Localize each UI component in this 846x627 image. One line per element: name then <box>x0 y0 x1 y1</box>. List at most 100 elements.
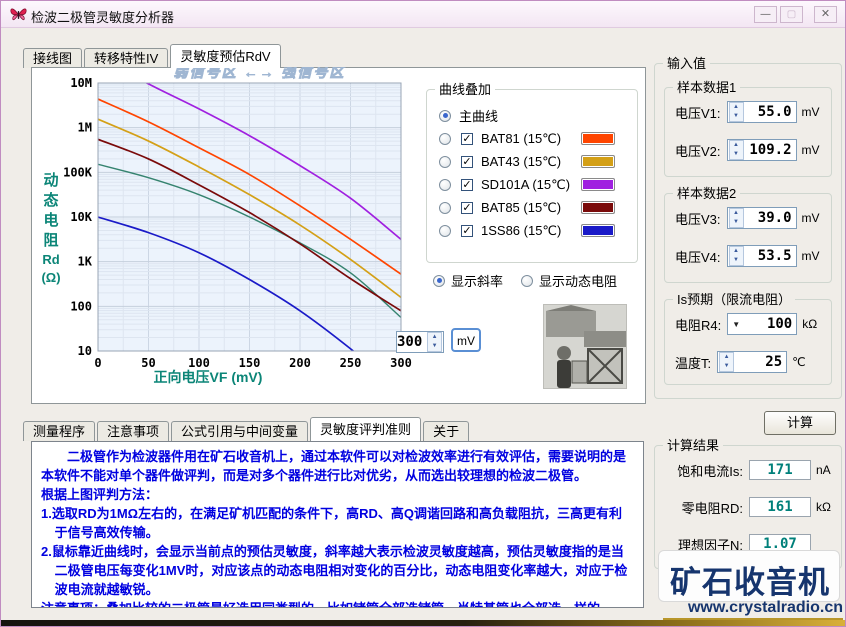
curve-visible-checkbox[interactable]: ✓ <box>461 201 473 214</box>
overlay-row: ✓ BAT81 (15℃) <box>427 127 637 150</box>
mv-unit-button[interactable]: mV <box>451 328 481 352</box>
field-spinner[interactable]: ▲ ▼ <box>728 246 744 266</box>
title-bar[interactable]: 检波二极管灵敏度分析器 — ▢ ✕ <box>1 1 845 28</box>
x-limit-value[interactable]: 300 <box>397 334 426 350</box>
vintage-photo-sketch <box>544 305 626 388</box>
tab-info-1[interactable]: 测量程序 <box>23 421 96 441</box>
spin-up-icon[interactable]: ▲ <box>730 247 743 256</box>
result-value: 161 <box>767 499 793 515</box>
field-label: 电压V2: <box>675 143 721 159</box>
curve-color-swatch[interactable] <box>581 155 615 168</box>
field-box[interactable]: ▼ 100 <box>727 313 798 335</box>
tab-info-3[interactable]: 公式引用与中间变量 <box>171 421 309 441</box>
result-label: 饱和电流Is: <box>677 463 743 479</box>
minimize-button[interactable]: — <box>754 6 777 23</box>
field-box[interactable]: ▲ ▼ 39.0 <box>726 207 797 229</box>
display-mode-radio[interactable] <box>521 274 533 287</box>
field-value[interactable]: 25 <box>735 354 786 370</box>
field-value[interactable]: 55.0 <box>745 104 796 120</box>
y-axis-title-char: 态 <box>43 192 59 209</box>
curve-visible-checkbox[interactable]: ✓ <box>461 178 473 191</box>
tab-info-4[interactable]: 灵敏度评判准则 <box>310 417 422 441</box>
field-unit: ℃ <box>792 355 806 369</box>
field-box[interactable]: ▲ ▼ 53.5 <box>726 245 797 267</box>
field-value[interactable]: 109.2 <box>745 142 796 158</box>
y-axis-title-char: 动 <box>43 172 59 189</box>
note-line: 二极管作为检波器件用在矿石收音机上，通过本软件可以对检波效率进行有效评估，需要说… <box>41 449 627 483</box>
spin-down-icon[interactable]: ▼ <box>730 150 743 159</box>
field-spinner[interactable]: ▲ ▼ <box>728 208 744 228</box>
overlay-row: ✓ BAT85 (15℃) <box>427 196 637 219</box>
y-tick-label: 100 <box>70 299 92 313</box>
display-mode-radio[interactable] <box>433 274 445 287</box>
field-spinner[interactable]: ▲ ▼ <box>719 352 735 372</box>
spin-up-icon[interactable]: ▲ <box>730 103 743 112</box>
x-limit-spinner[interactable]: ▲ ▼ <box>427 332 442 352</box>
tab-info-2[interactable]: 注意事项 <box>97 421 170 441</box>
field-value[interactable]: 100 <box>744 316 796 332</box>
spin-up-icon[interactable]: ▲ <box>730 209 743 218</box>
curve-select-radio[interactable] <box>439 178 451 191</box>
field-unit: mV <box>801 211 820 225</box>
spin-up-icon[interactable]: ▲ <box>720 353 733 362</box>
spin-down-icon[interactable]: ▼ <box>730 218 743 227</box>
tab-main-3[interactable]: 灵敏度预估RdV <box>170 44 281 68</box>
y-tick-label: 10M <box>70 76 92 90</box>
curve-label: 主曲线 <box>459 109 499 124</box>
evaluation-notes: 二极管作为检波器件用在矿石收音机上，通过本软件可以对检波效率进行有效评估，需要说… <box>31 441 644 608</box>
window-title: 检波二极管灵敏度分析器 <box>31 10 175 25</box>
curve-color-swatch[interactable] <box>581 132 615 145</box>
curve-select-radio[interactable] <box>439 109 451 122</box>
display-mode-option: 显示动态电阻 <box>521 271 617 290</box>
curve-visible-checkbox[interactable]: ✓ <box>461 132 473 145</box>
sample1-group: 样本数据1 电压V1: ▲ ▼ 55.0 mV 电压V2: ▲ ▼ 109.2 mV <box>664 80 832 177</box>
spin-up-icon[interactable]: ▲ <box>428 333 441 342</box>
x-limit-field[interactable]: 300 ▲ ▼ <box>396 331 444 353</box>
tab-info-5[interactable]: 关于 <box>423 421 470 441</box>
curve-color-swatch[interactable] <box>581 178 615 191</box>
field-unit: mV <box>801 105 820 119</box>
curve-select-radio[interactable] <box>439 201 451 214</box>
spin-down-icon[interactable]: ▼ <box>730 112 743 121</box>
sample2-title: 样本数据2 <box>673 186 741 201</box>
result-unit: kΩ <box>816 500 831 514</box>
curve-color-swatch[interactable] <box>581 224 615 237</box>
input-row: 电压V2: ▲ ▼ 109.2 mV <box>675 138 820 162</box>
y-tick-label: 1K <box>78 255 93 269</box>
curve-color-swatch[interactable] <box>581 201 615 214</box>
field-box[interactable]: ▲ ▼ 25 <box>717 351 788 373</box>
curve-visible-checkbox[interactable]: ✓ <box>461 155 473 168</box>
spin-down-icon[interactable]: ▼ <box>428 342 441 351</box>
y-axis-title-char: (Ω) <box>41 270 61 285</box>
tab-main-1[interactable]: 接线图 <box>23 48 83 68</box>
overlay-row: ✓ 1SS86 (15℃) <box>427 219 637 242</box>
spin-down-icon[interactable]: ▼ <box>720 362 733 371</box>
curve-label: SD101A (15℃) <box>481 176 571 192</box>
tab-main-2[interactable]: 转移特性IV <box>84 48 169 68</box>
curve-select-radio[interactable] <box>439 132 451 145</box>
is-expectation-title: Is预期（限流电阻） <box>673 292 796 307</box>
calculate-button[interactable]: 计算 <box>764 411 836 435</box>
spin-down-icon[interactable]: ▼ <box>730 256 743 265</box>
curve-select-radio[interactable] <box>439 155 451 168</box>
field-value[interactable]: 39.0 <box>745 210 796 226</box>
maximize-button[interactable]: ▢ <box>780 6 803 23</box>
spin-up-icon[interactable]: ▲ <box>730 141 743 150</box>
input-row: 电压V4: ▲ ▼ 53.5 mV <box>675 244 820 268</box>
field-label: 电压V1: <box>675 105 721 121</box>
close-button[interactable]: ✕ <box>814 6 837 23</box>
overlay-row: 主曲线 <box>427 104 637 127</box>
curve-select-radio[interactable] <box>439 224 451 237</box>
field-box[interactable]: ▲ ▼ 55.0 <box>726 101 797 123</box>
field-spinner[interactable]: ▲ ▼ <box>728 102 744 122</box>
result-row: 饱和电流Is: 171 nA <box>663 458 837 482</box>
sample2-group: 样本数据2 电压V3: ▲ ▼ 39.0 mV 电压V4: ▲ ▼ 53.5 mV <box>664 186 832 283</box>
overlay-row: ✓ SD101A (15℃) <box>427 173 637 196</box>
field-spinner[interactable]: ▲ ▼ <box>728 140 744 160</box>
field-value[interactable]: 53.5 <box>745 248 796 264</box>
curve-visible-checkbox[interactable]: ✓ <box>461 224 473 237</box>
field-box[interactable]: ▲ ▼ 109.2 <box>726 139 797 161</box>
dropdown-arrow-icon[interactable]: ▼ <box>728 320 744 329</box>
field-label: 电压V3: <box>675 211 721 227</box>
rd-vf-chart[interactable]: 弱信号区 ←→ 强信号区10M1M100K10K1K100100 50 100 150… <box>41 67 421 401</box>
